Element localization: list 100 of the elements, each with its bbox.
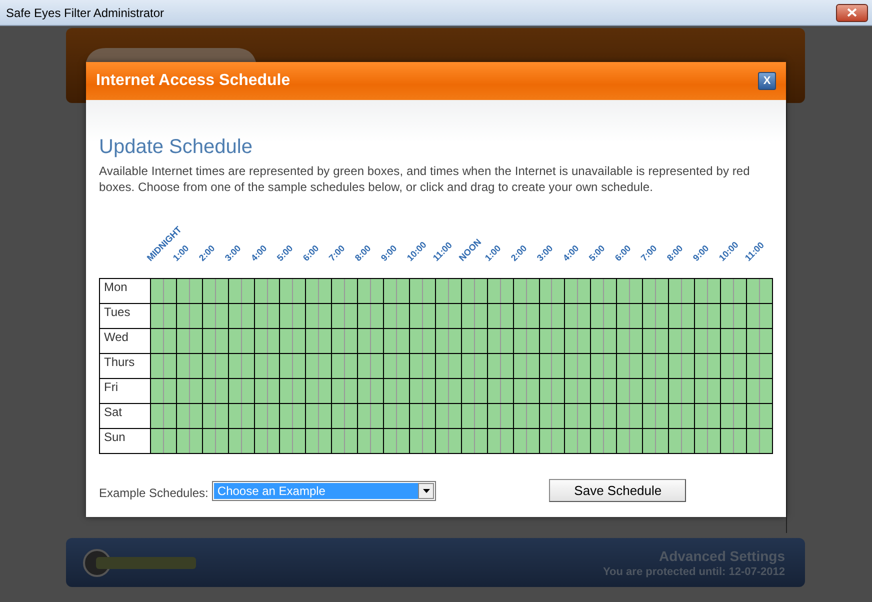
time-slot[interactable] (163, 278, 176, 304)
time-slot[interactable] (292, 404, 306, 428)
time-slot[interactable] (733, 378, 746, 404)
time-slot[interactable] (578, 354, 591, 378)
time-slot[interactable] (759, 354, 772, 378)
time-slot[interactable] (448, 378, 462, 404)
time-slot[interactable] (707, 378, 720, 404)
time-slot[interactable] (578, 328, 591, 354)
time-slot[interactable] (642, 328, 656, 354)
time-slot[interactable] (682, 304, 694, 328)
time-slot[interactable] (228, 378, 242, 404)
time-slot[interactable] (396, 354, 410, 378)
time-slot[interactable] (422, 304, 436, 328)
time-slot[interactable] (630, 428, 643, 454)
time-slot[interactable] (228, 428, 242, 454)
time-slot[interactable] (410, 404, 422, 428)
time-slot[interactable] (720, 354, 734, 378)
time-slot[interactable] (370, 428, 384, 454)
time-slot[interactable] (590, 304, 604, 328)
time-slot[interactable] (642, 428, 656, 454)
time-slot[interactable] (344, 278, 358, 304)
time-slot[interactable] (176, 378, 190, 404)
time-slot[interactable] (513, 378, 526, 404)
time-slot[interactable] (552, 354, 565, 378)
time-slot[interactable] (176, 328, 190, 354)
time-slot[interactable] (306, 354, 319, 378)
time-slot[interactable] (461, 428, 474, 454)
time-slot[interactable] (370, 328, 384, 354)
time-slot[interactable] (733, 404, 746, 428)
time-slot[interactable] (474, 354, 488, 378)
time-slot[interactable] (604, 354, 617, 378)
time-slot[interactable] (461, 328, 474, 354)
time-slot[interactable] (461, 354, 474, 378)
time-slot[interactable] (694, 378, 708, 404)
time-slot[interactable] (746, 278, 760, 304)
time-slot[interactable] (604, 328, 617, 354)
time-slot[interactable] (202, 378, 216, 404)
save-button[interactable]: Save Schedule (549, 479, 686, 502)
time-slot[interactable] (720, 328, 734, 354)
time-slot[interactable] (448, 278, 462, 304)
time-slot[interactable] (487, 378, 500, 404)
time-slot[interactable] (332, 328, 345, 354)
time-slot[interactable] (642, 354, 656, 378)
time-slot[interactable] (189, 278, 202, 304)
time-slot[interactable] (682, 428, 694, 454)
time-slot[interactable] (215, 304, 228, 328)
time-slot[interactable] (202, 328, 216, 354)
time-slot[interactable] (746, 304, 760, 328)
time-slot[interactable] (358, 328, 371, 354)
time-slot[interactable] (241, 354, 254, 378)
time-slot[interactable] (682, 354, 694, 378)
time-slot[interactable] (189, 428, 202, 454)
time-slot[interactable] (176, 278, 190, 304)
time-slot[interactable] (396, 404, 410, 428)
time-slot[interactable] (526, 378, 540, 404)
time-slot[interactable] (668, 404, 682, 428)
time-slot[interactable] (318, 428, 332, 454)
time-slot[interactable] (513, 304, 526, 328)
time-slot[interactable] (694, 404, 708, 428)
time-slot[interactable] (604, 304, 617, 328)
time-slot[interactable] (189, 378, 202, 404)
time-slot[interactable] (578, 378, 591, 404)
time-slot[interactable] (746, 428, 760, 454)
time-slot[interactable] (370, 278, 384, 304)
time-slot[interactable] (280, 404, 293, 428)
time-slot[interactable] (564, 428, 578, 454)
time-slot[interactable] (682, 278, 694, 304)
time-slot[interactable] (318, 304, 332, 328)
time-slot[interactable] (292, 278, 306, 304)
time-slot[interactable] (318, 328, 332, 354)
time-slot[interactable] (189, 404, 202, 428)
time-slot[interactable] (642, 304, 656, 328)
time-slot[interactable] (746, 354, 760, 378)
time-slot[interactable] (461, 304, 474, 328)
time-slot[interactable] (280, 354, 293, 378)
time-slot[interactable] (513, 428, 526, 454)
time-slot[interactable] (332, 304, 345, 328)
time-slot[interactable] (215, 328, 228, 354)
time-slot[interactable] (163, 404, 176, 428)
time-slot[interactable] (202, 428, 216, 454)
time-slot[interactable] (668, 328, 682, 354)
time-slot[interactable] (384, 428, 397, 454)
time-slot[interactable] (526, 278, 540, 304)
time-slot[interactable] (500, 304, 514, 328)
time-slot[interactable] (656, 328, 669, 354)
time-slot[interactable] (720, 278, 734, 304)
time-slot[interactable] (163, 328, 176, 354)
time-slot[interactable] (668, 278, 682, 304)
time-slot[interactable] (746, 404, 760, 428)
time-slot[interactable] (461, 404, 474, 428)
time-slot[interactable] (422, 428, 436, 454)
time-slot[interactable] (267, 278, 280, 304)
time-slot[interactable] (358, 404, 371, 428)
time-slot[interactable] (150, 278, 164, 304)
time-slot[interactable] (642, 404, 656, 428)
time-slot[interactable] (189, 304, 202, 328)
time-slot[interactable] (448, 428, 462, 454)
time-slot[interactable] (500, 404, 514, 428)
time-slot[interactable] (215, 378, 228, 404)
time-slot[interactable] (526, 354, 540, 378)
